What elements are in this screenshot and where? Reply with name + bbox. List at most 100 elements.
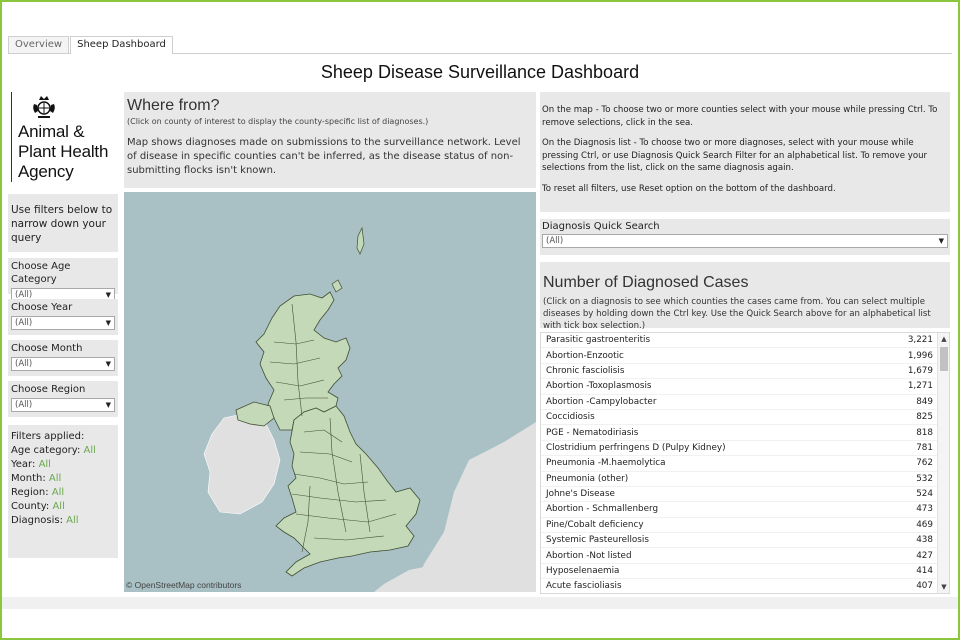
where-description: Map shows diagnoses made on submissions …	[127, 137, 521, 176]
applied-label: Region:	[11, 487, 49, 498]
scroll-up-icon[interactable]: ▲	[938, 333, 949, 345]
diagnosis-name: Abortion -Campylobacter	[546, 396, 657, 407]
map-canvas[interactable]	[124, 192, 536, 592]
diagnosis-row[interactable]: Abortion - Schmallenberg 473	[541, 502, 949, 518]
filters-applied: Filters applied: Age category: All Year:…	[8, 425, 118, 558]
month-select[interactable]: (All) ▼	[11, 357, 115, 371]
diagnosis-count: 532	[916, 473, 933, 484]
bottom-bar	[2, 597, 958, 609]
region-select[interactable]: (All) ▼	[11, 398, 115, 412]
diagnosis-count: 407	[916, 581, 933, 592]
applied-value: All	[83, 445, 96, 456]
diagnosis-row[interactable]: Systemic Pasteurellosis 438	[541, 533, 949, 549]
quick-search-label: Diagnosis Quick Search	[542, 221, 660, 232]
dropdown-arrow-icon: ▼	[105, 319, 111, 327]
filter-age-category: Choose Age Category (All) ▼	[8, 258, 118, 302]
tab-overview[interactable]: Overview	[8, 36, 70, 53]
filter-region: Choose Region (All) ▼	[8, 381, 118, 417]
filter-label: Choose Month	[11, 343, 83, 354]
diagnosis-name: Systemic Pasteurellosis	[546, 535, 649, 546]
diagnosis-name: Johne's Disease	[546, 489, 615, 500]
agency-name: Animal & Plant Health Agency	[18, 122, 109, 181]
diagnosis-count: 427	[916, 550, 933, 561]
agency-logo: Animal & Plant Health Agency	[10, 90, 118, 186]
diagnosis-row[interactable]: Chronic fasciolisis 1,679	[541, 364, 949, 380]
filter-label: Choose Region	[11, 384, 86, 395]
diagnosis-row[interactable]: Johne's Disease 524	[541, 487, 949, 503]
scroll-thumb[interactable]	[940, 347, 948, 371]
logo-divider	[11, 92, 12, 182]
diagnosis-count: 1,679	[907, 365, 933, 376]
filter-label: Choose Age Category	[11, 261, 71, 285]
diagnosis-row[interactable]: Acute fascioliasis 407	[541, 579, 949, 593]
diagnosis-row[interactable]: Abortion -Campylobacter 849	[541, 395, 949, 410]
dropdown-arrow-icon: ▼	[105, 360, 111, 368]
applied-value: All	[52, 501, 65, 512]
where-subtitle: (Click on county of interest to display …	[127, 117, 429, 126]
diagnosis-row[interactable]: Parasitic gastroenteritis 3,221	[541, 333, 949, 349]
diagnosis-name: Parasitic gastroenteritis	[546, 335, 651, 346]
diagnosis-row[interactable]: Clostridium perfringens D (Pulpy Kidney)…	[541, 441, 949, 457]
ireland-land	[203, 413, 281, 515]
orkney-county[interactable]	[331, 279, 343, 293]
filter-month: Choose Month (All) ▼	[8, 340, 118, 376]
filters-intro: Use filters below to narrow down your qu…	[8, 194, 118, 252]
diagnosis-count: 3,221	[907, 335, 933, 346]
applied-year: Year: All	[11, 458, 115, 472]
diagnosis-count: 524	[916, 489, 933, 500]
tab-bar: Overview Sheep Dashboard	[8, 36, 952, 54]
cases-title: Number of Diagnosed Cases	[543, 274, 749, 291]
diagnosis-list[interactable]: Parasitic gastroenteritis 3,221 Abortion-E…	[540, 332, 950, 594]
diagnosis-name: Clostridium perfringens D (Pulpy Kidney)	[546, 442, 726, 453]
diagnosis-rows: Parasitic gastroenteritis 3,221 Abortion-E…	[541, 333, 949, 593]
dropdown-arrow-icon: ▼	[105, 401, 111, 409]
diagnosis-row[interactable]: Pneumonia -M.haemolytica 762	[541, 456, 949, 472]
diagnosed-cases-header: Number of Diagnosed Cases (Click on a di…	[540, 262, 950, 331]
diagnosis-name: Chronic fasciolisis	[546, 365, 625, 376]
select-value: (All)	[546, 236, 564, 246]
diagnosis-row[interactable]: Pine/Cobalt deficiency 469	[541, 518, 949, 534]
instruction-diagnosis-list: On the Diagnosis list - To choose two or…	[542, 138, 928, 173]
diagnosis-row[interactable]: Abortion -Toxoplasmosis 1,271	[541, 379, 949, 395]
year-select[interactable]: (All) ▼	[11, 316, 115, 330]
diagnosis-name: Acute fascioliasis	[546, 581, 622, 592]
diagnosis-row[interactable]: Coccidiosis 825	[541, 410, 949, 426]
applied-value: All	[66, 515, 79, 526]
applied-region: Region: All	[11, 486, 115, 500]
applied-diagnosis: Diagnosis: All	[11, 514, 115, 528]
royal-crest-icon	[33, 96, 55, 118]
diagnosis-row[interactable]: Hyposelenaemia 414	[541, 564, 949, 580]
applied-label: Year:	[11, 459, 36, 470]
map-attribution: © OpenStreetMap contributors	[126, 580, 242, 590]
quick-search-select[interactable]: (All) ▼	[542, 234, 948, 248]
diagnosis-row[interactable]: Abortion -Not listed 427	[541, 548, 949, 564]
diagnosis-name: Abortion-Enzootic	[546, 350, 624, 361]
instructions-panel: On the map - To choose two or more count…	[540, 92, 950, 212]
dropdown-arrow-icon: ▼	[938, 237, 944, 245]
diagnosis-row[interactable]: Abortion-Enzootic 1,996	[541, 348, 949, 364]
diagnosis-name: Hyposelenaemia	[546, 566, 620, 577]
instruction-map: On the map - To choose two or more count…	[542, 105, 938, 128]
shetland-county[interactable]	[356, 226, 365, 255]
england-wales-counties[interactable]	[275, 405, 421, 577]
applied-label: Month:	[11, 473, 46, 484]
list-scrollbar[interactable]: ▲ ▼	[937, 333, 949, 593]
diagnosis-count: 818	[916, 427, 933, 438]
cases-subtitle: (Click on a diagnosis to see which count…	[543, 297, 931, 331]
diagnosis-count: 1,996	[907, 350, 933, 361]
county-map[interactable]: © OpenStreetMap contributors	[124, 192, 536, 592]
diagnosis-count: 1,271	[907, 381, 933, 392]
applied-label: County:	[11, 501, 50, 512]
diagnosis-name: Abortion - Schmallenberg	[546, 504, 659, 515]
tab-sheep-dashboard[interactable]: Sheep Dashboard	[70, 36, 173, 54]
diagnosis-name: Pine/Cobalt deficiency	[546, 519, 644, 530]
diagnosis-row[interactable]: PGE - Nematodiriasis 818	[541, 425, 949, 441]
filters-applied-heading: Filters applied:	[11, 431, 85, 442]
diagnosis-count: 473	[916, 504, 933, 515]
diagnosis-name: Abortion -Not listed	[546, 550, 632, 561]
diagnosis-name: PGE - Nematodiriasis	[546, 427, 639, 438]
scroll-down-icon[interactable]: ▼	[938, 581, 949, 593]
diagnosis-count: 849	[916, 396, 933, 407]
diagnosis-count: 438	[916, 535, 933, 546]
diagnosis-row[interactable]: Pneumonia (other) 532	[541, 472, 949, 487]
